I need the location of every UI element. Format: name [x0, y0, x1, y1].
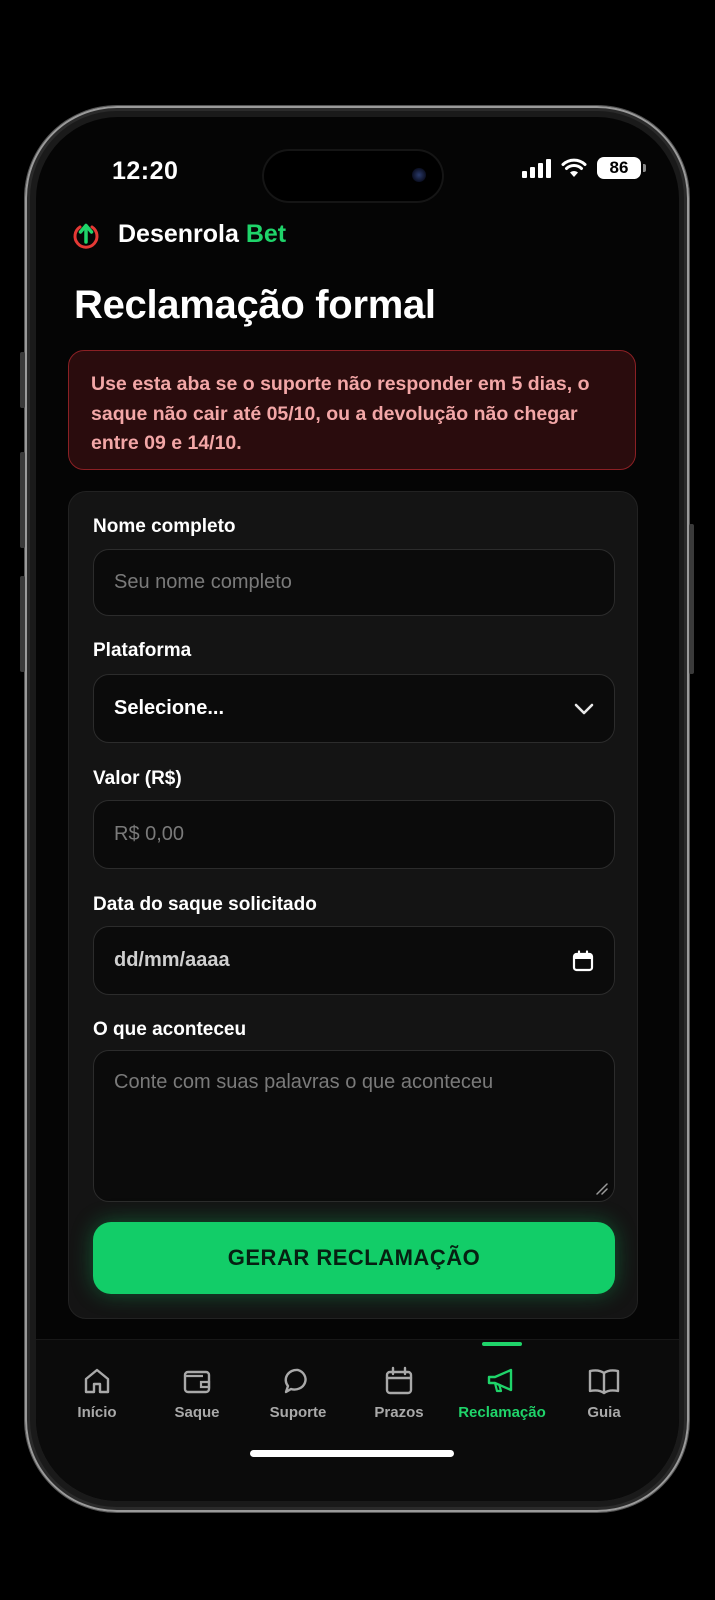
page-title: Reclamação formal [74, 283, 436, 327]
bottom-tab-bar: Início Saque Suporte Prazos Reclamação G… [36, 1339, 679, 1501]
tab-label: Início [77, 1404, 117, 1421]
tab-guia[interactable]: Guia [554, 1340, 654, 1440]
tab-prazos[interactable]: Prazos [349, 1340, 449, 1440]
tab-label: Saque [174, 1404, 220, 1421]
tab-reclamacao[interactable]: Reclamação [452, 1340, 552, 1440]
tab-inicio[interactable]: Início [47, 1340, 147, 1440]
megaphone-icon [485, 1364, 519, 1398]
chevron-down-icon [574, 703, 594, 715]
description-placeholder: Conte com suas palavras o que aconteceu [114, 1071, 494, 1093]
cellular-signal-icon [522, 158, 551, 178]
book-icon [587, 1364, 621, 1398]
tab-label: Prazos [374, 1404, 424, 1421]
tab-label: Suporte [269, 1404, 327, 1421]
amount-label: Valor (R$) [93, 768, 182, 789]
platform-selected-value: Selecione... [114, 697, 225, 719]
tab-saque[interactable]: Saque [147, 1340, 247, 1440]
screen: 12:20 86 Desenrola Bet Reclamação formal [36, 117, 679, 1501]
volume-down-button [20, 576, 25, 672]
resize-handle-icon[interactable] [594, 1181, 608, 1195]
status-time: 12:20 [112, 157, 179, 185]
name-input[interactable]: Seu nome completo [93, 549, 615, 616]
calendar-icon [382, 1364, 416, 1398]
name-placeholder: Seu nome completo [114, 571, 292, 593]
tab-label: Guia [587, 1404, 621, 1421]
battery-indicator: 86 [597, 157, 646, 179]
camera-icon [412, 168, 426, 182]
mute-switch [20, 352, 25, 408]
home-icon [80, 1364, 114, 1398]
generate-complaint-button[interactable]: GERAR RECLAMAÇÃO [93, 1222, 615, 1294]
volume-up-button [20, 452, 25, 548]
platform-select[interactable]: Selecione... [93, 674, 615, 743]
platform-label: Plataforma [93, 640, 192, 661]
power-button [689, 524, 694, 674]
amount-input[interactable]: R$ 0,00 [93, 800, 615, 869]
brand-header: Desenrola Bet [72, 220, 286, 249]
description-label: O que aconteceu [93, 1019, 247, 1040]
wallet-icon [180, 1364, 214, 1398]
chat-bubble-icon [281, 1364, 315, 1398]
warning-alert: Use esta aba se o suporte não responder … [68, 350, 636, 470]
dynamic-island [262, 149, 444, 203]
date-label: Data do saque solicitado [93, 894, 317, 915]
tab-label: Reclamação [458, 1404, 546, 1421]
wifi-icon [561, 158, 587, 177]
brand-name-main: Desenrola [118, 220, 239, 248]
status-bar: 12:20 86 [36, 117, 679, 207]
description-textarea[interactable]: Conte com suas palavras o que aconteceu [93, 1050, 615, 1202]
active-tab-indicator [482, 1342, 522, 1346]
brand-name: Desenrola Bet [118, 220, 286, 249]
brand-name-accent: Bet [245, 220, 287, 248]
home-indicator [250, 1450, 454, 1457]
name-label: Nome completo [93, 516, 236, 537]
alert-text: Use esta aba se o suporte não responder … [91, 373, 590, 454]
battery-level: 86 [609, 158, 629, 177]
tab-suporte[interactable]: Suporte [248, 1340, 348, 1440]
arrow-up-circle-icon [73, 223, 99, 249]
date-placeholder: dd/mm/aaaa [114, 949, 230, 971]
complaint-form: Nome completo Seu nome completo Platafor… [68, 491, 638, 1319]
date-input[interactable]: dd/mm/aaaa [93, 926, 615, 995]
amount-placeholder: R$ 0,00 [114, 823, 185, 845]
calendar-icon[interactable] [572, 949, 594, 972]
